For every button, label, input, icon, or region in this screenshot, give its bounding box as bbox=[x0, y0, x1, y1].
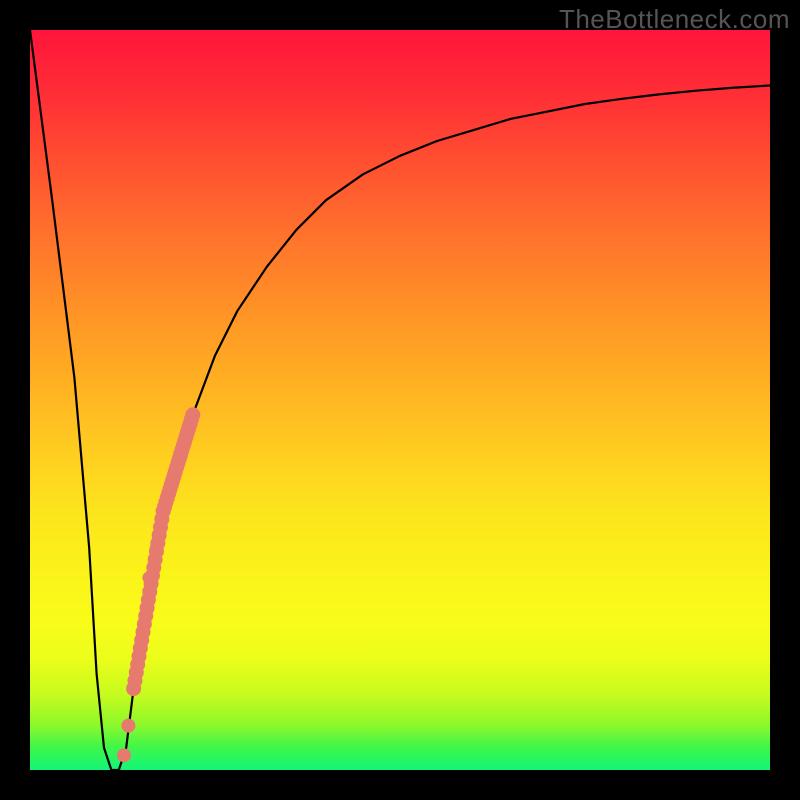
plot-area bbox=[30, 30, 770, 770]
marker-dot bbox=[121, 719, 135, 733]
chart-container: TheBottleneck.com bbox=[0, 0, 800, 800]
marker-dot bbox=[117, 748, 131, 762]
watermark-text: TheBottleneck.com bbox=[559, 4, 790, 35]
marker-dot bbox=[142, 572, 154, 584]
marker-dot bbox=[150, 542, 162, 554]
curve-layer bbox=[30, 30, 770, 770]
marker-dot bbox=[185, 407, 200, 422]
marker-group bbox=[117, 407, 200, 762]
